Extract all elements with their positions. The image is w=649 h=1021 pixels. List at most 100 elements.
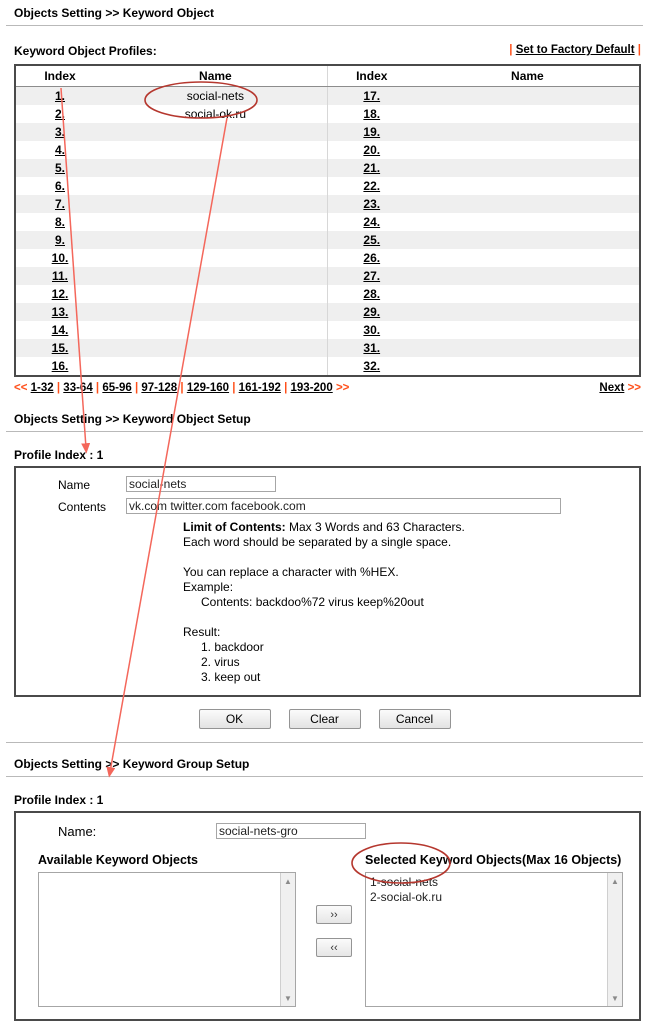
section-title-keyword-object-setup: Objects Setting >> Keyword Object Setup bbox=[14, 412, 251, 426]
row-index-cell-left: 15. bbox=[16, 339, 104, 357]
available-objects-column: Available Keyword Objects ▲ ▼ bbox=[38, 853, 303, 1007]
selected-scrollbar[interactable]: ▲ ▼ bbox=[607, 873, 622, 1006]
index-link[interactable]: 5. bbox=[55, 161, 65, 175]
move-left-button[interactable]: ‹‹ bbox=[316, 938, 352, 957]
row-index-cell-left: 3. bbox=[16, 123, 104, 141]
index-link[interactable]: 7. bbox=[55, 197, 65, 211]
pager-next-link-arrows[interactable]: >> bbox=[628, 382, 641, 394]
index-link[interactable]: 16. bbox=[52, 359, 69, 373]
ok-button[interactable]: OK bbox=[198, 709, 271, 729]
pager-range-link[interactable]: 33-64 bbox=[63, 382, 92, 394]
row-name-cell-left bbox=[104, 267, 328, 285]
clear-button[interactable]: Clear bbox=[288, 709, 361, 729]
pager-separator: | bbox=[284, 382, 288, 394]
set-to-factory-default-link[interactable]: Set to Factory Default bbox=[516, 44, 635, 56]
pager-separator: | bbox=[95, 382, 100, 394]
profile-name: social-nets bbox=[186, 89, 245, 103]
cancel-button[interactable]: Cancel bbox=[378, 709, 451, 729]
row-index-cell-right: 25. bbox=[326, 231, 416, 249]
profiles-bar: Keyword Object Profiles: | Set to Factor… bbox=[0, 44, 649, 60]
scroll-down-icon[interactable]: ▼ bbox=[281, 991, 295, 1005]
index-link[interactable]: 14. bbox=[52, 323, 69, 337]
row-index-cell-right: 18. bbox=[326, 105, 416, 123]
pager-range-link[interactable]: 161-192 bbox=[239, 382, 281, 394]
index-link[interactable]: 25. bbox=[363, 233, 380, 247]
name-label: Name bbox=[58, 478, 91, 492]
list-item[interactable]: 1-social-nets bbox=[370, 875, 618, 890]
col-header-index-left: Index bbox=[16, 66, 104, 87]
index-link[interactable]: 1. bbox=[55, 89, 65, 103]
index-link[interactable]: 10. bbox=[52, 251, 69, 265]
group-name-row: Name: bbox=[16, 813, 639, 839]
row-index-cell-right: 29. bbox=[326, 303, 416, 321]
index-link[interactable]: 19. bbox=[363, 125, 380, 139]
move-right-button[interactable]: ›› bbox=[316, 905, 352, 924]
name-input[interactable] bbox=[126, 476, 276, 492]
scroll-up-icon[interactable]: ▲ bbox=[608, 874, 622, 888]
selected-objects-items[interactable]: 1-social-nets 2-social-ok.ru bbox=[366, 873, 622, 907]
index-link[interactable]: 30. bbox=[363, 323, 380, 337]
table-header-row: Index Name Index Name bbox=[16, 66, 639, 87]
index-link[interactable]: 8. bbox=[55, 215, 65, 229]
index-link[interactable]: 11. bbox=[52, 269, 68, 283]
index-link[interactable]: 23. bbox=[363, 197, 380, 211]
section-keyword-object-setup: Objects Setting >> Keyword Object Setup … bbox=[0, 412, 649, 743]
factory-default-wrap: | Set to Factory Default | bbox=[509, 44, 641, 56]
profile-index-object-setup: Profile Index : 1 bbox=[14, 448, 104, 462]
index-link[interactable]: 9. bbox=[55, 233, 65, 247]
pager-next-arrows[interactable]: >> bbox=[336, 382, 349, 394]
help-line-4: Example: bbox=[183, 580, 234, 594]
list-item[interactable]: 2-social-ok.ru bbox=[370, 890, 618, 905]
index-link[interactable]: 18. bbox=[363, 107, 380, 121]
help-limit-bold: Limit of Contents: bbox=[183, 520, 286, 534]
index-link[interactable]: 20. bbox=[363, 143, 380, 157]
index-link[interactable]: 3. bbox=[55, 125, 65, 139]
available-objects-listbox[interactable]: ▲ ▼ bbox=[38, 872, 296, 1007]
pager-range-link[interactable]: 1-32 bbox=[31, 382, 54, 394]
keyword-object-setup-panel: Name Contents Limit of Contents: Max 3 W… bbox=[14, 466, 641, 697]
col-header-index-right: Index bbox=[326, 66, 416, 87]
index-link[interactable]: 22. bbox=[363, 179, 380, 193]
index-link[interactable]: 2. bbox=[55, 107, 65, 121]
table-row: 15. 31. bbox=[16, 339, 639, 357]
index-link[interactable]: 31. bbox=[363, 341, 380, 355]
scroll-down-icon[interactable]: ▼ bbox=[608, 991, 622, 1005]
pager-separator: | bbox=[134, 382, 139, 394]
available-scrollbar[interactable]: ▲ ▼ bbox=[280, 873, 295, 1006]
pager-range-link[interactable]: 65-96 bbox=[102, 382, 131, 394]
section-title-keyword-object: Objects Setting >> Keyword Object bbox=[14, 6, 215, 20]
pager-range-link[interactable]: 193-200 bbox=[291, 382, 333, 394]
pager-separator: | bbox=[180, 382, 184, 394]
pager-range-link[interactable]: 129-160 bbox=[187, 382, 229, 394]
row-name-cell-left: social-nets bbox=[104, 86, 328, 105]
table-row: 14. 30. bbox=[16, 321, 639, 339]
index-link[interactable]: 28. bbox=[363, 287, 380, 301]
pager-next-link[interactable]: Next bbox=[599, 382, 624, 394]
index-link[interactable]: 32. bbox=[363, 359, 380, 373]
index-link[interactable]: 27. bbox=[363, 269, 380, 283]
index-link[interactable]: 15. bbox=[52, 341, 69, 355]
pipe-left: | bbox=[509, 44, 513, 56]
pager-separator: | bbox=[232, 382, 236, 394]
contents-input[interactable] bbox=[126, 498, 561, 514]
index-link[interactable]: 29. bbox=[363, 305, 380, 319]
index-link[interactable]: 21. bbox=[363, 161, 380, 175]
pager-prev-arrows[interactable]: << bbox=[14, 382, 27, 394]
contents-label: Contents bbox=[58, 500, 107, 514]
index-link[interactable]: 13. bbox=[52, 305, 69, 319]
index-link[interactable]: 26. bbox=[363, 251, 380, 265]
group-name-input[interactable] bbox=[216, 823, 366, 839]
help-spacer-1 bbox=[183, 550, 639, 565]
index-link[interactable]: 17. bbox=[363, 89, 380, 103]
section-divider bbox=[6, 742, 643, 743]
index-link[interactable]: 6. bbox=[55, 179, 65, 193]
row-name-cell-left bbox=[104, 285, 327, 303]
index-link[interactable]: 4. bbox=[55, 143, 65, 157]
available-objects-items[interactable] bbox=[39, 873, 295, 877]
index-link[interactable]: 12. bbox=[52, 287, 69, 301]
index-link[interactable]: 24. bbox=[363, 215, 380, 229]
selected-objects-listbox[interactable]: 1-social-nets 2-social-ok.ru ▲ ▼ bbox=[365, 872, 623, 1007]
pager-range-link[interactable]: 97-128 bbox=[141, 382, 177, 394]
scroll-up-icon[interactable]: ▲ bbox=[281, 874, 295, 888]
help-line-6: Result: bbox=[183, 625, 221, 639]
